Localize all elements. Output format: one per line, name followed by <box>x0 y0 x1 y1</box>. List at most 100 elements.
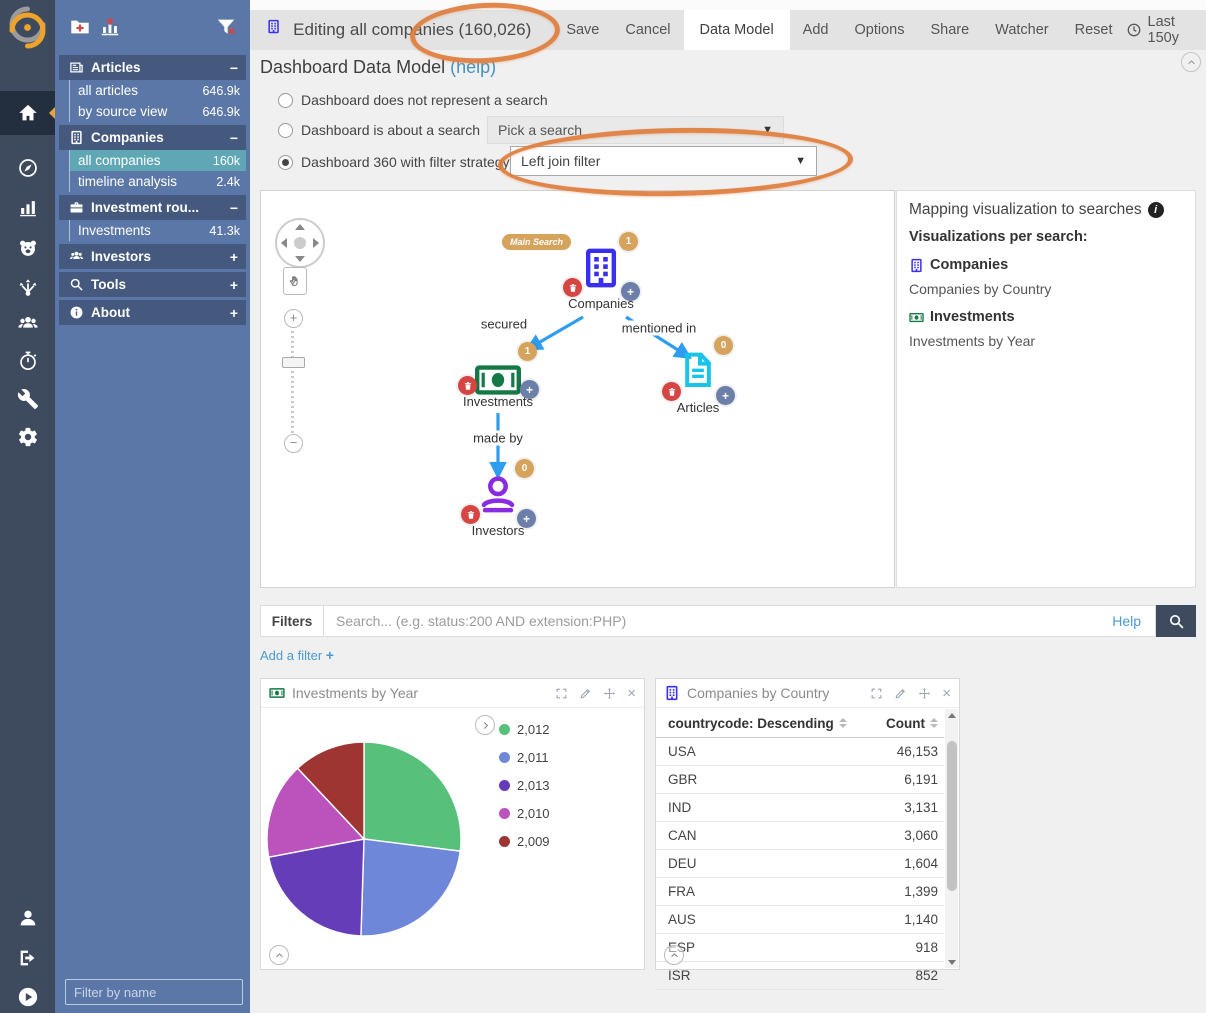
collapse-icon[interactable]: − <box>230 200 238 216</box>
sidebar-item-by-source-view[interactable]: by source view646.9k <box>70 101 246 122</box>
toolbar-item-add[interactable]: Add <box>790 10 842 50</box>
radio-about-search[interactable] <box>278 123 293 138</box>
pie-chart[interactable] <box>264 739 464 939</box>
edit-pencil-icon[interactable] <box>579 687 592 700</box>
panel-collapse-button[interactable] <box>269 945 289 965</box>
expand-icon[interactable]: + <box>230 277 238 293</box>
legend-item[interactable]: 2,010 <box>499 799 550 827</box>
zoom-slider-handle[interactable] <box>282 357 305 368</box>
scroll-down-icon[interactable] <box>945 956 958 968</box>
edit-pencil-icon[interactable] <box>894 687 907 700</box>
graph-pan-control[interactable] <box>275 218 325 268</box>
scheduler-icon[interactable] <box>0 341 55 381</box>
collapse-nav-icon[interactable] <box>49 107 55 119</box>
toolbar-item-cancel[interactable]: Cancel <box>612 10 683 50</box>
account-icon[interactable] <box>0 898 55 938</box>
time-picker[interactable]: Last 150y <box>1126 14 1184 46</box>
expand-icon[interactable]: + <box>230 305 238 321</box>
sidebar-item-investments[interactable]: Investments41.3k <box>70 220 246 241</box>
toolbar-item-share[interactable]: Share <box>917 10 982 50</box>
radio-dashboard-360[interactable] <box>278 155 293 170</box>
search-button[interactable] <box>1156 605 1196 637</box>
scroll-up-icon[interactable] <box>945 709 958 721</box>
mapping-visualization-name[interactable]: Companies by Country <box>909 281 1183 297</box>
pan-down-icon[interactable] <box>295 256 305 262</box>
expand-icon[interactable]: + <box>230 249 238 265</box>
settings-icon[interactable] <box>0 417 55 457</box>
toolbar-item-data-model[interactable]: Data Model <box>684 10 790 50</box>
sidebar-item-timeline-analysis[interactable]: timeline analysis2.4k <box>70 171 246 192</box>
legend-item[interactable]: 2,009 <box>499 827 550 855</box>
table-row[interactable]: GBR6,191 <box>656 766 944 794</box>
fullscreen-icon[interactable] <box>555 687 568 700</box>
legend-toggle[interactable] <box>475 715 495 735</box>
close-icon[interactable]: × <box>627 687 636 700</box>
dashboards-icon[interactable] <box>0 228 55 268</box>
pan-left-icon[interactable] <box>281 238 287 248</box>
add-visualization-icon[interactable] <box>99 16 123 40</box>
column-header-countrycode[interactable]: countrycode: Descending <box>668 716 852 731</box>
move-icon[interactable] <box>918 687 931 700</box>
filters-tab[interactable]: Filters <box>260 605 323 637</box>
toolbar-item-reset[interactable]: Reset <box>1062 10 1126 50</box>
remove-node-button[interactable] <box>461 505 480 524</box>
help-link[interactable]: (help) <box>450 57 496 77</box>
pick-a-search-select[interactable]: Pick a search ▼ <box>487 116 784 144</box>
nav-section-header[interactable]: Investment rou...− <box>59 195 246 220</box>
remove-node-button[interactable] <box>458 376 477 395</box>
sidebar-item-all-articles[interactable]: all articles646.9k <box>70 80 246 101</box>
visualize-icon[interactable] <box>0 188 55 228</box>
nav-section-header[interactable]: Investors+ <box>59 244 246 269</box>
filter-strategy-select[interactable]: Left join filter ▼ <box>510 146 817 176</box>
graph-browser-icon[interactable] <box>0 268 55 308</box>
nav-section-header[interactable]: About+ <box>59 300 246 325</box>
pan-mode-button[interactable] <box>283 267 307 295</box>
info-icon[interactable]: i <box>1148 202 1164 218</box>
table-row[interactable]: USA46,153 <box>656 738 944 766</box>
table-row[interactable]: ESP918 <box>656 934 944 962</box>
help-link[interactable]: Help <box>1112 613 1141 629</box>
table-row[interactable]: IND3,131 <box>656 794 944 822</box>
toolbar-item-save[interactable]: Save <box>553 10 612 50</box>
move-icon[interactable] <box>603 687 616 700</box>
community-icon[interactable] <box>0 304 55 344</box>
close-icon[interactable]: × <box>942 687 951 700</box>
nav-section-header[interactable]: Tools+ <box>59 272 246 297</box>
table-row[interactable]: DEU1,604 <box>656 850 944 878</box>
mapping-visualization-name[interactable]: Investments by Year <box>909 333 1183 349</box>
panel-collapse-button[interactable] <box>664 945 684 965</box>
add-filter-link[interactable]: Add a filter + <box>260 647 334 663</box>
nav-section-header[interactable]: Articles− <box>59 55 246 80</box>
remove-node-button[interactable] <box>662 382 681 401</box>
table-row[interactable]: ISR852 <box>656 962 944 990</box>
legend-item[interactable]: 2,011 <box>499 743 550 771</box>
sidebar-item-all-companies[interactable]: all companies160k <box>70 150 246 171</box>
logout-icon[interactable] <box>0 938 55 978</box>
discover-icon[interactable] <box>0 148 55 188</box>
remove-node-button[interactable] <box>563 278 582 297</box>
pie-slice-2011[interactable] <box>361 839 460 936</box>
toolbar-item-watcher[interactable]: Watcher <box>982 10 1061 50</box>
home-icon[interactable] <box>0 91 55 135</box>
pie-slice-2012[interactable] <box>364 742 461 851</box>
column-header-count[interactable]: Count <box>852 716 938 731</box>
table-row[interactable]: AUS1,140 <box>656 906 944 934</box>
tools-icon[interactable] <box>0 379 55 419</box>
guided-tour-icon[interactable] <box>0 977 55 1013</box>
remove-all-filters-icon[interactable] <box>215 16 239 40</box>
pan-up-icon[interactable] <box>295 224 305 230</box>
zoom-slider-track[interactable] <box>291 331 294 433</box>
table-row[interactable]: FRA1,399 <box>656 878 944 906</box>
zoom-in-button[interactable]: + <box>284 309 303 328</box>
legend-item[interactable]: 2,012 <box>499 715 550 743</box>
collapse-icon[interactable]: − <box>230 130 238 146</box>
radio-no-search[interactable] <box>278 93 293 108</box>
zoom-out-button[interactable]: − <box>284 434 303 453</box>
pan-right-icon[interactable] <box>313 238 319 248</box>
scrollbar-thumb[interactable] <box>947 741 957 891</box>
nav-section-header[interactable]: Companies− <box>59 125 246 150</box>
table-row[interactable]: CAN3,060 <box>656 822 944 850</box>
filter-by-name-input[interactable] <box>65 979 243 1005</box>
fullscreen-icon[interactable] <box>870 687 883 700</box>
siren-logo[interactable] <box>0 0 55 55</box>
